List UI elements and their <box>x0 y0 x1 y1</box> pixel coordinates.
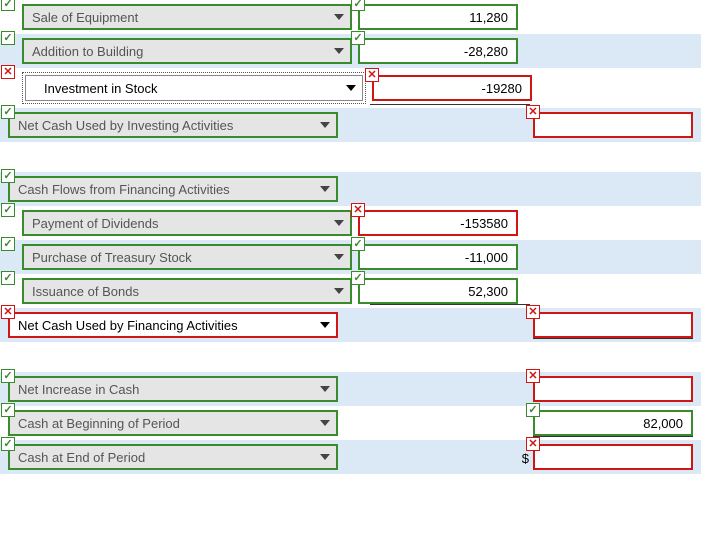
dropdown-label: Investment in Stock <box>44 81 157 96</box>
row-sale-equipment: Sale of Equipment 11,280 <box>0 0 701 34</box>
check-icon <box>351 31 365 45</box>
dropdown-net-investing[interactable]: Net Cash Used by Investing Activities <box>8 112 338 138</box>
x-icon <box>351 203 365 217</box>
dropdown-treasury-stock[interactable]: Purchase of Treasury Stock <box>22 244 352 270</box>
chevron-down-icon <box>320 454 330 460</box>
chevron-down-icon <box>320 420 330 426</box>
value-text: -11,000 <box>465 250 508 265</box>
x-icon <box>526 437 540 451</box>
chevron-down-icon <box>320 386 330 392</box>
check-icon <box>1 169 15 183</box>
input-addition-building-value[interactable]: -28,280 <box>358 38 518 64</box>
dollar-sign: $ <box>522 451 529 466</box>
spacer <box>0 342 701 372</box>
row-addition-building: Addition to Building -28,280 <box>0 34 701 68</box>
value-text: -19280 <box>482 81 522 96</box>
dropdown-label: Cash at Beginning of Period <box>18 416 180 431</box>
x-icon <box>1 305 15 319</box>
check-icon <box>1 203 15 217</box>
dropdown-label: Payment of Dividends <box>32 216 158 231</box>
chevron-down-icon <box>320 186 330 192</box>
dropdown-cash-beginning[interactable]: Cash at Beginning of Period <box>8 410 338 436</box>
value-text: 82,000 <box>643 416 683 431</box>
check-icon <box>1 0 15 11</box>
row-treasury-stock: Purchase of Treasury Stock -11,000 <box>0 240 701 274</box>
row-payment-dividends: Payment of Dividends -153580 <box>0 206 701 240</box>
chevron-down-icon <box>334 288 344 294</box>
chevron-down-icon <box>334 14 344 20</box>
chevron-down-icon <box>320 322 330 328</box>
input-cash-beginning-value[interactable]: 82,000 <box>533 410 693 436</box>
chevron-down-icon <box>334 220 344 226</box>
row-financing-header: Cash Flows from Financing Activities <box>0 172 701 206</box>
value-text: 11,280 <box>469 10 508 25</box>
dropdown-label: Sale of Equipment <box>32 10 138 25</box>
dropdown-label: Net Increase in Cash <box>18 382 139 397</box>
dropdown-label: Cash Flows from Financing Activities <box>18 182 230 197</box>
check-icon <box>1 31 15 45</box>
row-cash-beginning: Cash at Beginning of Period 82,000 <box>0 406 701 440</box>
x-icon <box>365 68 379 82</box>
row-investment-stock: Investment in Stock -19280 <box>0 68 701 108</box>
spacer <box>0 142 701 172</box>
row-cash-end: Cash at End of Period $ <box>0 440 701 474</box>
check-icon <box>1 403 15 417</box>
dropdown-financing-header[interactable]: Cash Flows from Financing Activities <box>8 176 338 202</box>
value-text: -153580 <box>460 216 508 231</box>
input-investment-stock-value[interactable]: -19280 <box>372 75 532 101</box>
input-net-financing-value[interactable] <box>533 312 693 338</box>
dropdown-label: Purchase of Treasury Stock <box>32 250 192 265</box>
check-icon <box>1 369 15 383</box>
input-net-increase-value[interactable] <box>533 376 693 402</box>
value-text: -28,280 <box>464 44 508 59</box>
x-icon <box>526 369 540 383</box>
chevron-down-icon <box>320 122 330 128</box>
dropdown-net-financing[interactable]: Net Cash Used by Financing Activities <box>8 312 338 338</box>
check-icon <box>1 105 15 119</box>
dropdown-label: Net Cash Used by Investing Activities <box>18 118 233 133</box>
dropdown-cash-end[interactable]: Cash at End of Period <box>8 444 338 470</box>
dropdown-label: Addition to Building <box>32 44 143 59</box>
dropdown-addition-building[interactable]: Addition to Building <box>22 38 352 64</box>
check-icon <box>351 0 365 11</box>
dropdown-label: Net Cash Used by Financing Activities <box>18 318 238 333</box>
dropdown-investment-stock[interactable]: Investment in Stock <box>25 75 363 101</box>
check-icon <box>526 403 540 417</box>
row-net-increase: Net Increase in Cash <box>0 372 701 406</box>
input-cash-end-value[interactable] <box>533 444 693 470</box>
check-icon <box>1 271 15 285</box>
chevron-down-icon <box>334 48 344 54</box>
dropdown-net-increase[interactable]: Net Increase in Cash <box>8 376 338 402</box>
dropdown-label: Issuance of Bonds <box>32 284 139 299</box>
x-icon <box>1 65 15 79</box>
row-issuance-bonds: Issuance of Bonds 52,300 <box>0 274 701 308</box>
row-net-financing: Net Cash Used by Financing Activities <box>0 308 701 342</box>
check-icon <box>351 271 365 285</box>
input-treasury-stock-value[interactable]: -11,000 <box>358 244 518 270</box>
input-sale-equipment-value[interactable]: 11,280 <box>358 4 518 30</box>
check-icon <box>351 237 365 251</box>
check-icon <box>1 437 15 451</box>
dropdown-label: Cash at End of Period <box>18 450 145 465</box>
chevron-down-icon <box>346 85 356 91</box>
chevron-down-icon <box>334 254 344 260</box>
x-icon <box>526 305 540 319</box>
value-text: 52,300 <box>468 284 508 299</box>
dropdown-issuance-bonds[interactable]: Issuance of Bonds <box>22 278 352 304</box>
input-net-investing-value[interactable] <box>533 112 693 138</box>
input-payment-dividends-value[interactable]: -153580 <box>358 210 518 236</box>
check-icon <box>1 237 15 251</box>
dropdown-sale-equipment[interactable]: Sale of Equipment <box>22 4 352 30</box>
row-net-investing: Net Cash Used by Investing Activities <box>0 108 701 142</box>
input-issuance-bonds-value[interactable]: 52,300 <box>358 278 518 304</box>
dropdown-payment-dividends[interactable]: Payment of Dividends <box>22 210 352 236</box>
x-icon <box>526 105 540 119</box>
